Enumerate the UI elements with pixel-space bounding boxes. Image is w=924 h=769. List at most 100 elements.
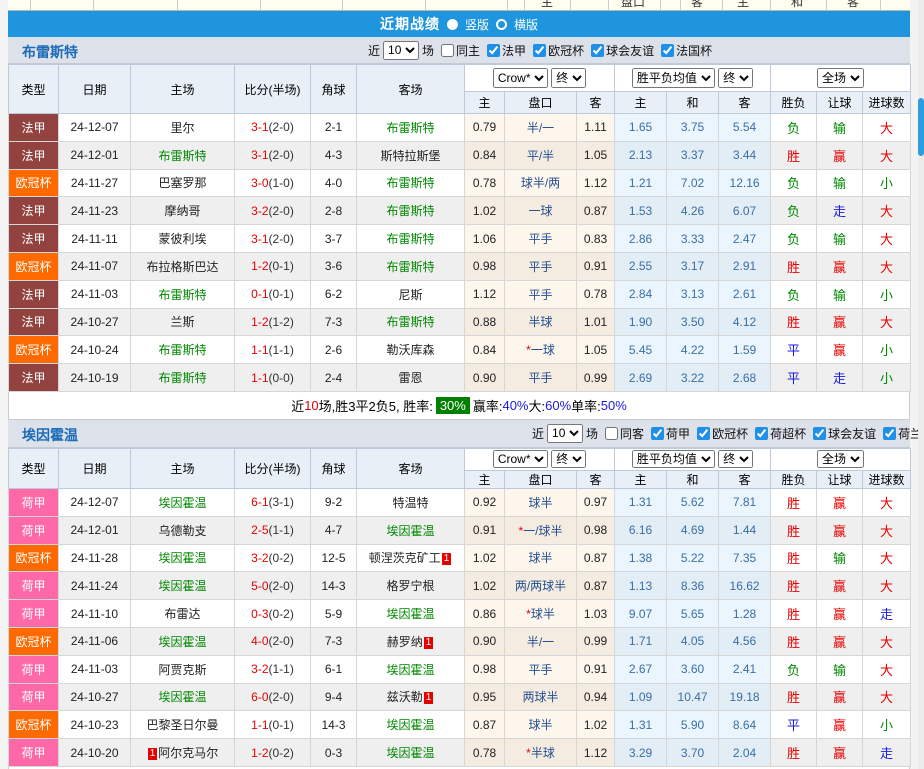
result-goals: 大: [862, 251, 912, 281]
league-filter-荷甲[interactable]: 荷甲: [644, 425, 690, 442]
league-checkbox[interactable]: [883, 426, 897, 440]
result-goals: 小: [862, 279, 912, 309]
crow-home-odds: 0.92: [464, 487, 505, 517]
league-checkbox[interactable]: [813, 426, 827, 440]
league-filter-法甲[interactable]: 法甲: [480, 42, 526, 59]
league-filter-欧冠杯[interactable]: 欧冠杯: [526, 42, 584, 59]
euro-away-odds: 2.68: [718, 363, 772, 392]
league-filter-欧冠杯[interactable]: 欧冠杯: [690, 425, 748, 442]
home-team-cell: 摩纳哥: [130, 196, 235, 226]
euro-away-odds: 2.04: [718, 738, 772, 767]
euro-draw-odds: 3.70: [666, 738, 720, 767]
wdl-average-select[interactable]: 胜平负均值: [631, 68, 715, 88]
same-venue-filter[interactable]: 同主: [434, 42, 480, 59]
score-cell: 3-0(1-0): [234, 168, 311, 198]
home-team-cell: 1 阿尔克马尔: [130, 738, 235, 767]
league-checkbox[interactable]: [487, 43, 501, 57]
wdl-average-select[interactable]: 胜平负均值: [631, 450, 715, 469]
page-scrollbar-thumb[interactable]: [918, 98, 924, 156]
team-name-psv: 埃因霍温: [22, 426, 78, 443]
away-team-cell: 布雷斯特: [356, 307, 465, 337]
handicap-cell: 一球: [504, 196, 577, 226]
league-checkbox[interactable]: [591, 43, 605, 57]
away-team-cell: 埃因霍温: [356, 654, 465, 684]
result-wdl: 胜: [770, 543, 818, 573]
match-row: 欧冠杯 24-11-07 布拉格斯巴达 1-2(0-1) 3-6 布雷斯特 0.98 平手 0.…: [8, 251, 912, 281]
date-cell: 24-11-10: [58, 599, 131, 628]
result-handicap: 赢: [816, 515, 864, 545]
section-psv-header: 埃因霍温 近10场 同客 荷甲 欧冠杯 荷超杯 球会友谊荷兰杯: [8, 419, 924, 448]
match-row: 荷甲 24-11-03 阿贾克斯 3-2(1-1) 6-1 埃因霍温 0.98 平手 0.91 2…: [8, 654, 912, 684]
odds-source-select[interactable]: Crow*: [492, 68, 548, 88]
league-filter-荷超杯[interactable]: 荷超杯: [748, 425, 806, 442]
league-checkbox[interactable]: [755, 426, 769, 440]
euro-away-odds: 5.54: [718, 113, 772, 142]
summary-part: 近: [291, 398, 305, 414]
wdl-final-select[interactable]: 终: [718, 68, 754, 88]
scope-select[interactable]: 全场: [817, 450, 865, 469]
league-checkbox[interactable]: [661, 43, 675, 57]
away-team-cell: 布雷斯特: [356, 196, 465, 226]
crow-home-odds: 0.78: [464, 168, 505, 198]
col-date: 日期: [58, 64, 131, 114]
match-row: 荷甲 24-11-24 埃因霍温 5-0(2-0) 14-3 格罗宁根 1.02 两/两球半 0…: [8, 571, 912, 601]
league-checkbox[interactable]: [651, 426, 665, 440]
away-team-cell: 赫罗纳 1: [356, 626, 465, 656]
league-checkbox[interactable]: [533, 43, 547, 57]
odds-final-select[interactable]: 终: [551, 450, 587, 469]
corner-cell: 2-1: [310, 113, 357, 142]
strip-label-away2: 客: [846, 0, 860, 9]
euro-home-odds: 1.13: [614, 571, 668, 601]
odds-final-select[interactable]: 终: [551, 68, 587, 88]
same-venue-label: 同客: [620, 426, 645, 441]
result-goals: 走: [862, 738, 912, 767]
page-scrollbar-track[interactable]: [918, 0, 924, 769]
same-venue-checkbox[interactable]: [605, 426, 619, 440]
league-checkbox[interactable]: [697, 426, 711, 440]
crow-away-odds: 0.99: [575, 363, 616, 392]
match-count-select[interactable]: 10: [383, 40, 420, 60]
sub-draw-odds: 和: [666, 91, 720, 114]
result-handicap: 赢: [816, 251, 864, 281]
match-count-select[interactable]: 10: [547, 423, 584, 443]
result-goals: 小: [862, 335, 912, 365]
league-filter-球会友谊[interactable]: 球会友谊: [584, 42, 654, 59]
corner-cell: 4-3: [310, 140, 357, 170]
horizontal-layout-label[interactable]: 横版: [514, 16, 538, 33]
result-handicap: 输: [816, 543, 864, 573]
crow-away-odds: 0.87: [575, 543, 616, 573]
away-team-cell: 斯特拉斯堡: [356, 140, 465, 170]
crow-away-odds: 1.12: [575, 738, 616, 767]
euro-away-odds: 3.44: [718, 140, 772, 170]
vertical-layout-radio[interactable]: [446, 18, 458, 30]
scope-select[interactable]: 全场: [817, 68, 865, 88]
crow-home-odds: 0.84: [464, 335, 505, 365]
odds-source-select[interactable]: Crow*: [492, 450, 548, 469]
result-handicap: 走: [816, 363, 864, 392]
league-cell: 荷甲: [8, 487, 59, 517]
same-venue-checkbox[interactable]: [441, 43, 455, 57]
same-venue-filter[interactable]: 同客: [598, 425, 644, 442]
games-label: 场: [586, 426, 599, 441]
league-filter-球会友谊[interactable]: 球会友谊: [806, 425, 876, 442]
corner-cell: 7-3: [310, 307, 357, 337]
result-wdl: 负: [770, 168, 818, 198]
handicap-cell: *一球: [504, 335, 577, 365]
result-goals: 小: [862, 363, 912, 392]
handicap-cell: 球半: [504, 710, 577, 740]
league-filter-荷兰杯[interactable]: 荷兰杯: [876, 425, 924, 442]
sub-home: 主: [464, 469, 505, 489]
away-team-cell: 顿涅茨克矿工 1: [356, 543, 465, 573]
score-cell: 1-1(0-0): [234, 363, 311, 392]
horizontal-layout-radio[interactable]: [496, 18, 507, 30]
date-cell: 24-11-11: [58, 224, 131, 253]
score-cell: 3-1(2-0): [234, 140, 311, 170]
wdl-final-select[interactable]: 终: [718, 450, 754, 469]
match-row: 法甲 24-12-07 里尔 3-1(2-0) 2-1 布雷斯特 0.79 半/一 1.11 1.…: [8, 113, 912, 142]
score-cell: 6-0(2-0): [234, 682, 311, 712]
league-label: 荷超杯: [770, 426, 807, 441]
score-cell: 3-1(2-0): [234, 113, 311, 142]
vertical-layout-label[interactable]: 竖版: [465, 16, 489, 33]
league-filter-法国杯[interactable]: 法国杯: [654, 42, 712, 59]
sub-goals: 进球数: [862, 91, 912, 114]
